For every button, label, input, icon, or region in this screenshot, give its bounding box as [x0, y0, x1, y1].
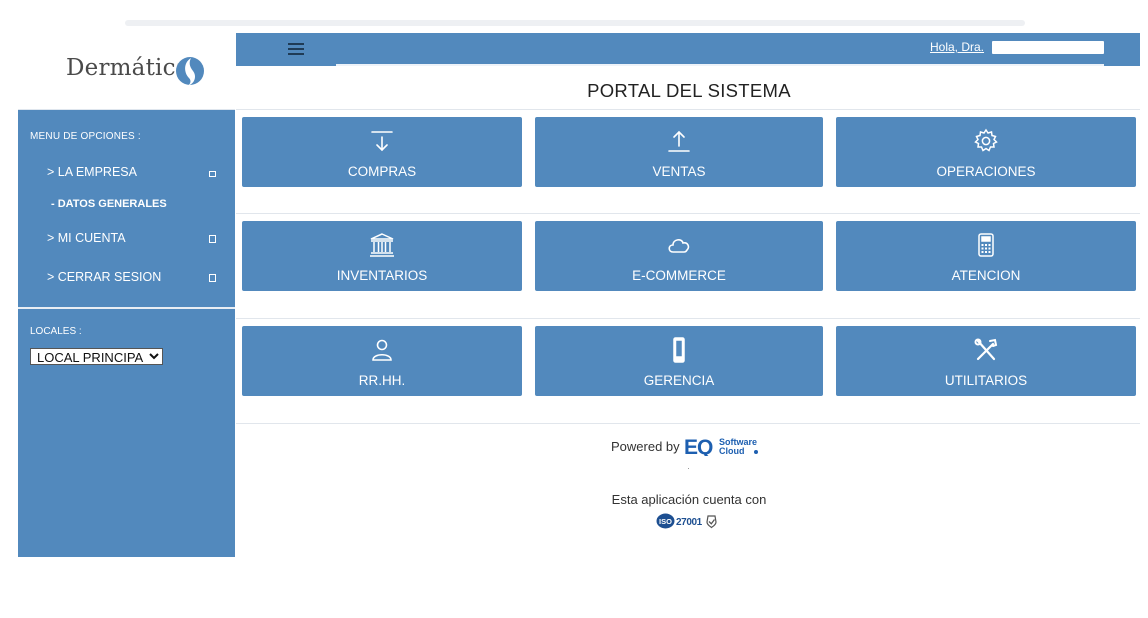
- divider: [236, 109, 1140, 110]
- iso-number: 27001: [676, 517, 703, 528]
- top-header: Hola, Dra.: [236, 33, 1140, 66]
- logo-area: Dermática: [18, 33, 235, 110]
- sidebar-item-mi-cuenta[interactable]: > MI CUENTA: [47, 231, 126, 245]
- redacted-user-name: [992, 41, 1104, 54]
- user-greeting-link[interactable]: Hola, Dra.: [930, 40, 984, 54]
- eq-software-cloud-logo: EQ Software Cloud: [684, 436, 758, 456]
- page-title: PORTAL DEL SISTEMA: [587, 80, 791, 101]
- tile-label: ATENCION: [951, 268, 1021, 283]
- mobile-phone-icon: [673, 337, 685, 363]
- tile-label: INVENTARIOS: [336, 268, 428, 283]
- hamburger-menu-icon[interactable]: [288, 43, 304, 55]
- iso-27001-badge: ISO 27001: [656, 513, 717, 529]
- tile-inventarios[interactable]: INVENTARIOS: [242, 221, 522, 291]
- sidebar: Dermática MENU DE OPCIONES : > LA EMPRES…: [18, 33, 235, 557]
- sidebar-item-la-empresa[interactable]: > LA EMPRESA: [47, 165, 137, 179]
- bank-icon: [370, 233, 394, 257]
- main-content: PORTAL DEL SISTEMA COMPRAS VENTAS OPERAC…: [236, 66, 1140, 557]
- square-icon: [209, 274, 216, 282]
- sidebar-divider: [18, 307, 235, 309]
- iso-label: ISO: [659, 517, 672, 526]
- tile-utilitarios[interactable]: UTILITARIOS: [836, 326, 1136, 396]
- eq-cloud-text: Cloud: [719, 446, 745, 456]
- upload-arrow-icon: [668, 130, 690, 152]
- tile-ventas[interactable]: VENTAS: [535, 117, 823, 187]
- tile-rr-hh[interactable]: RR.HH.: [242, 326, 522, 396]
- calculator-icon: [978, 233, 994, 257]
- tile-e-commerce[interactable]: E-COMMERCE: [535, 221, 823, 291]
- tile-label: OPERACIONES: [936, 164, 1036, 179]
- tile-operaciones[interactable]: OPERACIONES: [836, 117, 1136, 187]
- divider: [236, 318, 1140, 319]
- locales-select[interactable]: LOCAL PRINCIPAL: [30, 348, 163, 365]
- download-arrow-icon: [371, 131, 393, 152]
- sidebar-item-cerrar-sesion[interactable]: > CERRAR SESION: [47, 270, 161, 284]
- square-icon: [209, 171, 216, 177]
- square-icon: [209, 235, 216, 243]
- divider: [236, 423, 1140, 424]
- cloud-icon: [668, 239, 690, 253]
- brand-logo-text: Dermática: [66, 55, 190, 81]
- iso-info-text: Esta aplicación cuenta con: [611, 492, 767, 507]
- brand-logo-icon: [176, 57, 204, 86]
- menu-title: MENU DE OPCIONES :: [30, 131, 141, 142]
- tile-label: UTILITARIOS: [944, 373, 1028, 388]
- tile-label: COMPRAS: [347, 164, 417, 179]
- tile-label: E-COMMERCE: [632, 268, 726, 283]
- locales-label: LOCALES :: [30, 326, 82, 337]
- tile-label: RR.HH.: [358, 373, 406, 388]
- tile-compras[interactable]: COMPRAS: [242, 117, 522, 187]
- powered-by-text: Powered by: [611, 439, 680, 454]
- eq-letters: EQ: [684, 436, 713, 456]
- tools-icon: [974, 338, 998, 361]
- tile-gerencia[interactable]: GERENCIA: [535, 326, 823, 396]
- tile-label: GERENCIA: [643, 373, 715, 388]
- gear-icon: [974, 128, 998, 152]
- browser-top-strip: [125, 20, 1025, 26]
- tile-label: VENTAS: [652, 164, 706, 179]
- sidebar-subitem-datos-generales[interactable]: - DATOS GENERALES: [51, 198, 167, 210]
- user-icon: [372, 339, 392, 361]
- dot-mark: [688, 468, 689, 469]
- tile-atencion[interactable]: ATENCION: [836, 221, 1136, 291]
- divider: [236, 213, 1140, 214]
